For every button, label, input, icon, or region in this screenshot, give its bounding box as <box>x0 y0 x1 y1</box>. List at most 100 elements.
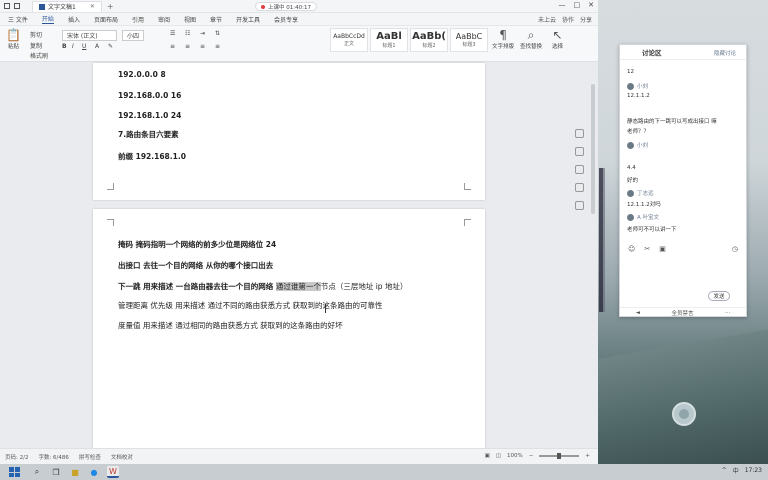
select-button[interactable]: ↖ 选择 <box>552 28 563 50</box>
number-list-icon[interactable]: ☷ <box>185 30 190 37</box>
tray-expand-icon[interactable]: ^ <box>722 467 727 474</box>
menu-references[interactable]: 引用 <box>132 15 144 24</box>
emoji-icon[interactable]: ☺ <box>628 245 635 253</box>
wps-icon[interactable]: W <box>107 466 119 478</box>
folder-icon[interactable]: ■ <box>69 466 81 478</box>
bold-button[interactable]: B <box>62 43 67 50</box>
chat-message: 4.4 <box>627 165 636 171</box>
justify-icon[interactable]: ≡ <box>215 43 220 50</box>
side-tool-icon[interactable] <box>575 129 584 138</box>
underline-button[interactable]: U <box>82 43 86 50</box>
cut-button[interactable]: 剪切 <box>30 30 42 39</box>
zoom-in-icon[interactable]: + <box>585 453 590 459</box>
chat-title: 讨论区 <box>642 49 662 57</box>
find-replace-button[interactable]: ⌕ 查找替换 <box>520 28 542 50</box>
share-button[interactable]: 分享 <box>580 15 592 24</box>
style-normal[interactable]: AaBbCcDd 正文 <box>330 28 368 52</box>
recording-dot-icon <box>261 4 265 9</box>
history-icon[interactable]: ◷ <box>732 245 738 253</box>
cursor-icon: ↖ <box>552 28 563 42</box>
bullet-list-icon[interactable]: ☰ <box>170 30 175 37</box>
doc-line: 下一跳 用来描述 一台路由器去往一个目的网络 通过谁第一个节点（三层地址 ip … <box>118 282 408 291</box>
scroll-thumb[interactable] <box>591 84 595 214</box>
mic-icon[interactable]: ◄ <box>636 310 640 316</box>
doc-check[interactable]: 文档校对 <box>111 453 133 461</box>
close-tab-icon[interactable]: ✕ <box>90 3 95 10</box>
vertical-scrollbar[interactable] <box>591 64 595 444</box>
style-heading2[interactable]: AaBb( 标题2 <box>410 28 448 52</box>
hide-discussion-button[interactable]: 隐藏讨论 <box>714 49 736 57</box>
floating-ball-icon[interactable] <box>672 402 696 426</box>
new-tab-icon[interactable]: + <box>107 2 114 11</box>
cloud-status[interactable]: 未上云 <box>538 15 556 24</box>
spell-check[interactable]: 拼写检查 <box>79 453 101 461</box>
align-right-icon[interactable]: ≡ <box>200 43 205 50</box>
crop-mark <box>107 219 114 226</box>
word-window: 文字文稿1 ✕ + 上课中 01:40:17 — □ ✕ 三 文件 开始 插入 … <box>0 0 598 464</box>
web-view-icon[interactable]: ◫ <box>496 453 501 459</box>
browser-icon[interactable]: ● <box>88 466 100 478</box>
task-view-icon[interactable]: ❐ <box>50 466 62 478</box>
align-center-icon[interactable]: ≡ <box>185 43 190 50</box>
zoom-knob[interactable] <box>557 453 562 459</box>
selected-text[interactable]: 通过谁第一个 <box>275 282 321 291</box>
input-method[interactable]: 中 <box>733 466 739 475</box>
document-tab[interactable]: 文字文稿1 ✕ <box>32 0 102 12</box>
send-button[interactable]: 发送 <box>708 291 730 301</box>
word-count[interactable]: 字数: 6/486 <box>38 453 68 461</box>
menu-file[interactable]: 三 文件 <box>8 15 28 24</box>
search-icon[interactable]: ⌕ <box>31 466 43 478</box>
sort-icon[interactable]: ⇅ <box>215 30 220 37</box>
menu-home[interactable]: 开始 <box>41 14 54 24</box>
more-icon[interactable]: ··· <box>725 310 730 316</box>
menu-review[interactable]: 审阅 <box>158 15 170 24</box>
style-heading1[interactable]: AaBl 标题1 <box>370 28 408 52</box>
template-icon[interactable] <box>14 3 20 9</box>
copy-button[interactable]: 复制 <box>30 41 42 50</box>
start-button[interactable] <box>8 466 24 478</box>
clipboard-icon: 📋 <box>6 28 21 42</box>
zoom-level[interactable]: 100% <box>507 453 523 459</box>
zoom-out-icon[interactable]: − <box>529 453 534 459</box>
style-heading3[interactable]: AaBbC 标题3 <box>450 28 488 52</box>
menu-layout[interactable]: 页面布局 <box>94 15 118 24</box>
zoom-slider[interactable] <box>539 453 580 459</box>
clock[interactable]: 17:23 <box>745 467 762 474</box>
font-family-select[interactable]: 宋体 (正文) <box>62 30 117 41</box>
page-2[interactable]: 掩码 掩码指明一个网络的前多少位是网络位 24 出接口 去往一个目的网络 从你的… <box>93 209 485 449</box>
paste-button[interactable]: 📋 粘贴 <box>6 28 21 50</box>
collaborate-button[interactable]: 协作 <box>562 15 574 24</box>
italic-button[interactable]: I <box>72 43 74 50</box>
close-button[interactable]: ✕ <box>588 1 594 9</box>
menu-insert[interactable]: 插入 <box>68 15 80 24</box>
format-painter-button[interactable]: 格式刷 <box>30 51 48 60</box>
page-1[interactable]: 192.0.0.0 8 192.168.0.0 16 192.168.1.0 2… <box>93 63 485 200</box>
font-size-select[interactable]: 小四 <box>122 30 144 41</box>
align-left-icon[interactable]: ≡ <box>170 43 175 50</box>
ribbon: 📋 粘贴 剪切 复制 格式刷 宋体 (正文) 小四 B I U A ✎ ☰ ☷ … <box>0 26 598 62</box>
indent-icon[interactable]: ⇥ <box>200 30 205 37</box>
side-tool-icon[interactable] <box>575 183 584 192</box>
text-tools-button[interactable]: ¶ 文字排版 <box>492 28 514 50</box>
side-tool-icon[interactable] <box>575 201 584 210</box>
chat-header: 讨论区 隐藏讨论 <box>620 45 746 60</box>
menu-member[interactable]: 会员专享 <box>274 15 298 24</box>
font-color-icon[interactable]: A <box>95 43 99 50</box>
side-tool-icon[interactable] <box>575 165 584 174</box>
home-icon[interactable] <box>4 3 10 9</box>
menu-view[interactable]: 视图 <box>184 15 196 24</box>
highlight-icon[interactable]: ✎ <box>108 43 113 50</box>
page-count[interactable]: 页码: 2/2 <box>5 453 28 461</box>
mute-all-button[interactable]: 全员禁言 <box>671 309 693 317</box>
menu-sections[interactable]: 章节 <box>210 15 222 24</box>
minimize-button[interactable]: — <box>559 1 566 9</box>
scissors-icon[interactable]: ✂ <box>644 245 650 253</box>
maximize-button[interactable]: □ <box>574 1 581 9</box>
menu-dev-tools[interactable]: 开发工具 <box>236 15 260 24</box>
side-tool-icon[interactable] <box>575 147 584 156</box>
chat-sender: 丁志远 <box>627 189 654 197</box>
wallpaper-mountain <box>598 300 768 464</box>
image-icon[interactable]: ▣ <box>659 245 666 253</box>
discussion-panel: 讨论区 隐藏讨论 12 小刘 12.1.1.2 静态路由的下一跳可以写成出接口 … <box>619 44 747 317</box>
view-mode-icon[interactable]: ▣ <box>485 453 490 459</box>
